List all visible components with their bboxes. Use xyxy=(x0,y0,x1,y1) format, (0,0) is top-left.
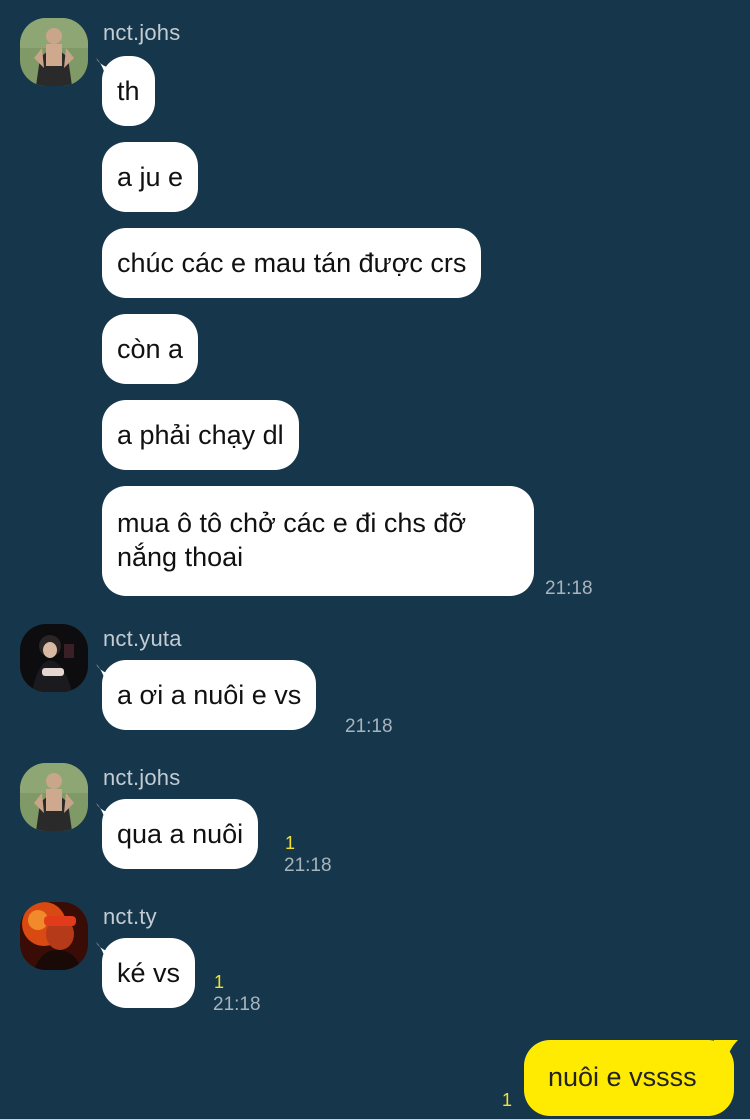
chat-thread[interactable]: nct.johs th a ju e chúc các e mau tán đư… xyxy=(0,0,750,1119)
message-bubble[interactable]: còn a xyxy=(102,314,199,384)
message-timestamp: 21:18 xyxy=(284,855,332,876)
sender-name: nct.johs xyxy=(103,20,181,45)
message-bubble[interactable]: a phải chạy dl xyxy=(102,400,299,470)
message-bubble[interactable]: a ơi a nuôi e vs xyxy=(102,660,317,730)
sender-name: nct.yuta xyxy=(103,626,182,651)
sender-name: nct.johs xyxy=(103,765,181,790)
unread-count: 1 xyxy=(214,972,225,992)
avatar[interactable] xyxy=(20,763,88,831)
profile-photo-icon xyxy=(20,902,88,970)
avatar[interactable] xyxy=(20,624,88,692)
message-bubble[interactable]: th xyxy=(102,56,155,126)
avatar[interactable] xyxy=(20,18,88,86)
unread-count: 1 xyxy=(285,833,296,853)
message-timestamp: 21:18 xyxy=(545,578,593,599)
message-bubble[interactable]: qua a nuôi xyxy=(102,799,259,869)
profile-photo-icon xyxy=(20,18,88,86)
message-bubble[interactable]: ké vs xyxy=(102,938,196,1008)
message-bubble[interactable]: a ju e xyxy=(102,142,199,212)
message-bubble[interactable]: mua ô tô chở các e đi chs đỡ nắng thoai xyxy=(102,486,534,596)
sender-name: nct.ty xyxy=(103,904,157,929)
profile-photo-icon xyxy=(20,763,88,831)
avatar[interactable] xyxy=(20,902,88,970)
message-bubble[interactable]: chúc các e mau tán được crs xyxy=(102,228,482,298)
message-timestamp: 21:18 xyxy=(213,994,261,1015)
message-timestamp: 21:18 xyxy=(345,716,393,737)
unread-count: 1 xyxy=(502,1090,513,1110)
profile-photo-icon xyxy=(20,624,88,692)
my-message-bubble[interactable]: nuôi e vssss xyxy=(524,1040,734,1116)
